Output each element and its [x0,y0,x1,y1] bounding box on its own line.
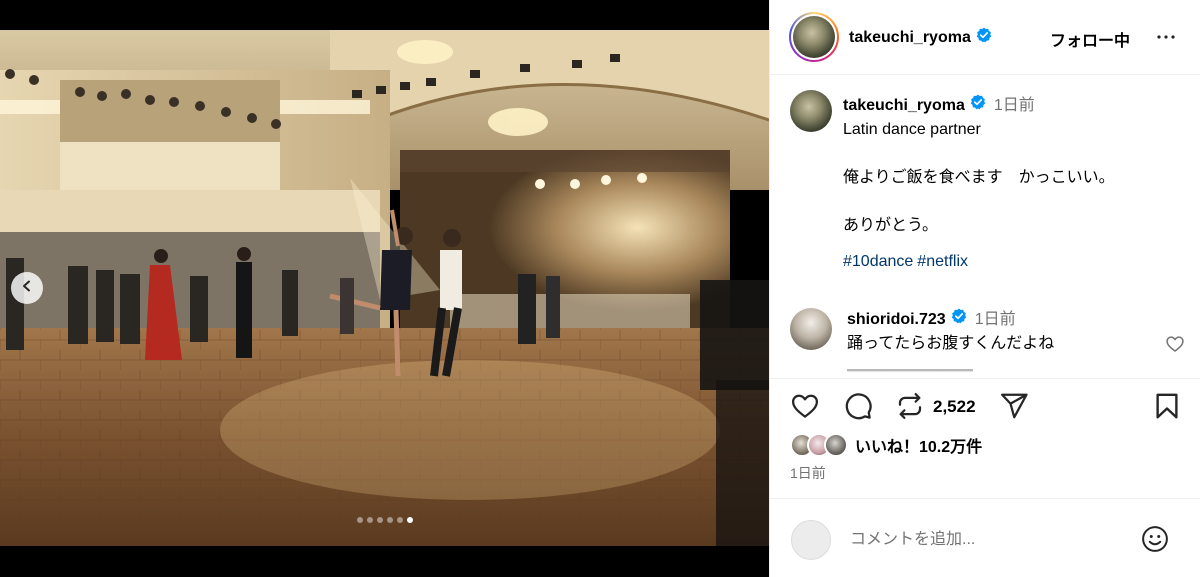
comment-like-button[interactable] [1165,334,1185,359]
post-timestamp[interactable]: 1日前 [790,463,826,483]
liker-avatar [824,433,848,457]
more-options-button[interactable] [1154,25,1178,54]
verified-badge-icon [976,27,992,48]
emoji-icon [1140,526,1170,558]
hashtag-link[interactable]: #netflix [917,253,968,270]
hashtag-link[interactable]: #10dance [843,253,913,270]
post-actions: 2,522 いいね！10.2万件 1日前 [770,378,1200,577]
carousel-dot [376,517,383,523]
like-button[interactable] [790,391,820,426]
caption-line [843,190,1183,214]
caption-line: ありがとう。 [843,217,939,234]
caption-username[interactable]: takeuchi_ryoma [843,94,965,118]
comment-meta-clipped: ━━━━━━━━━━━━━━━ [847,362,974,372]
share-button[interactable] [999,391,1029,426]
comment-body: shioridoi.723 1日前 踊ってたらお腹すくんだよね [847,308,1147,356]
caption-line [843,142,1183,166]
commenter-username[interactable]: shioridoi.723 [847,308,946,332]
caption-hashtags: #10dance #netflix [843,250,1183,274]
repost-icon [895,393,925,425]
likes-count[interactable]: いいね！10.2万件 [855,433,982,457]
more-horizontal-icon [1154,35,1178,53]
caption-line: 俺よりご飯を食べます かっこいい。 [843,169,1115,186]
post-photo [0,30,769,546]
bookmark-icon [1152,393,1182,425]
ballroom-photo [0,30,769,546]
current-user-avatar [791,520,831,560]
post-header: takeuchi_ryoma フォロー中 [770,0,1200,75]
heart-outline-icon [790,394,820,425]
chevron-left-icon [21,279,33,297]
carousel-indicator [0,517,769,523]
emoji-picker-button[interactable] [1140,524,1170,559]
liked-by-row[interactable]: いいね！10.2万件 [790,433,982,457]
caption-line: Latin dance partner [843,121,981,138]
save-button[interactable] [1152,391,1182,426]
comment-text: 踊ってたらお腹すくんだよね [847,335,1055,352]
verified-badge-icon [970,94,986,118]
post-media [0,0,769,577]
comment-bubble-icon [843,393,873,425]
carousel-dot [386,517,393,523]
caption-time[interactable]: 1日前 [994,94,1035,118]
commenter-avatar[interactable] [790,308,832,350]
repost-button[interactable] [895,391,925,426]
add-comment-bar [770,498,1200,577]
previous-slide-button[interactable] [11,272,43,304]
author-name-row: takeuchi_ryoma [849,27,992,48]
carousel-dot [396,517,403,523]
comment-header: shioridoi.723 1日前 [847,308,1147,332]
caption-body: takeuchi_ryoma 1日前 Latin dance partner 俺… [843,94,1183,274]
heart-outline-icon [1165,336,1185,358]
send-icon [999,393,1029,425]
carousel-dot-active [406,517,413,523]
comment-input[interactable] [850,529,1120,551]
post-side-panel: takeuchi_ryoma フォロー中 takeuchi_ryoma 1日前 … [769,0,1200,577]
caption-header: takeuchi_ryoma 1日前 [843,94,1183,118]
carousel-dot [356,517,363,523]
author-avatar[interactable] [789,12,839,62]
carousel-dot [366,517,373,523]
repost-count: 2,522 [933,397,976,416]
caption-avatar[interactable] [790,90,832,132]
author-username[interactable]: takeuchi_ryoma [849,29,971,47]
verified-badge-icon [951,308,967,332]
comment-time[interactable]: 1日前 [975,308,1016,332]
comment-button[interactable] [843,391,873,426]
following-button[interactable]: フォロー中 [1050,27,1130,51]
